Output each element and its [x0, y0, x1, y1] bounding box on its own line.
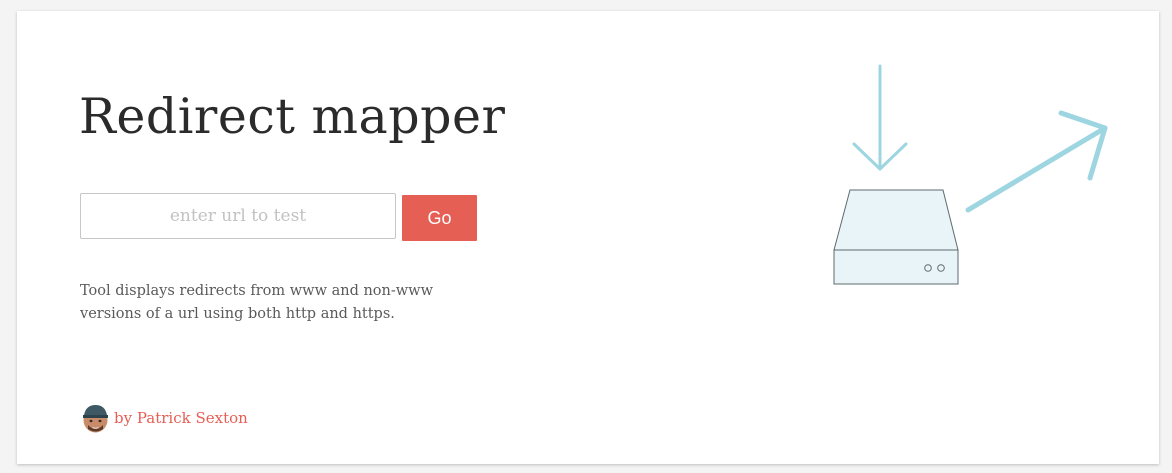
- page-title: Redirect mapper: [79, 88, 506, 145]
- author-avatar-icon: [83, 405, 108, 433]
- incoming-arrow-icon: [852, 64, 908, 171]
- server-icon: [833, 189, 959, 285]
- url-input[interactable]: [80, 193, 396, 239]
- server-redirect-illustration: [833, 64, 1108, 285]
- author-credit-text: by Patrick Sexton: [114, 409, 248, 427]
- redirect-arrow-icon: [965, 110, 1108, 213]
- author-credit-link[interactable]: by Patrick Sexton: [82, 403, 248, 433]
- go-button[interactable]: Go: [402, 195, 477, 241]
- tool-description: Tool displays redirects from www and non…: [80, 283, 434, 322]
- main-card: Redirect mapper Go Tool displays redirec…: [17, 11, 1159, 464]
